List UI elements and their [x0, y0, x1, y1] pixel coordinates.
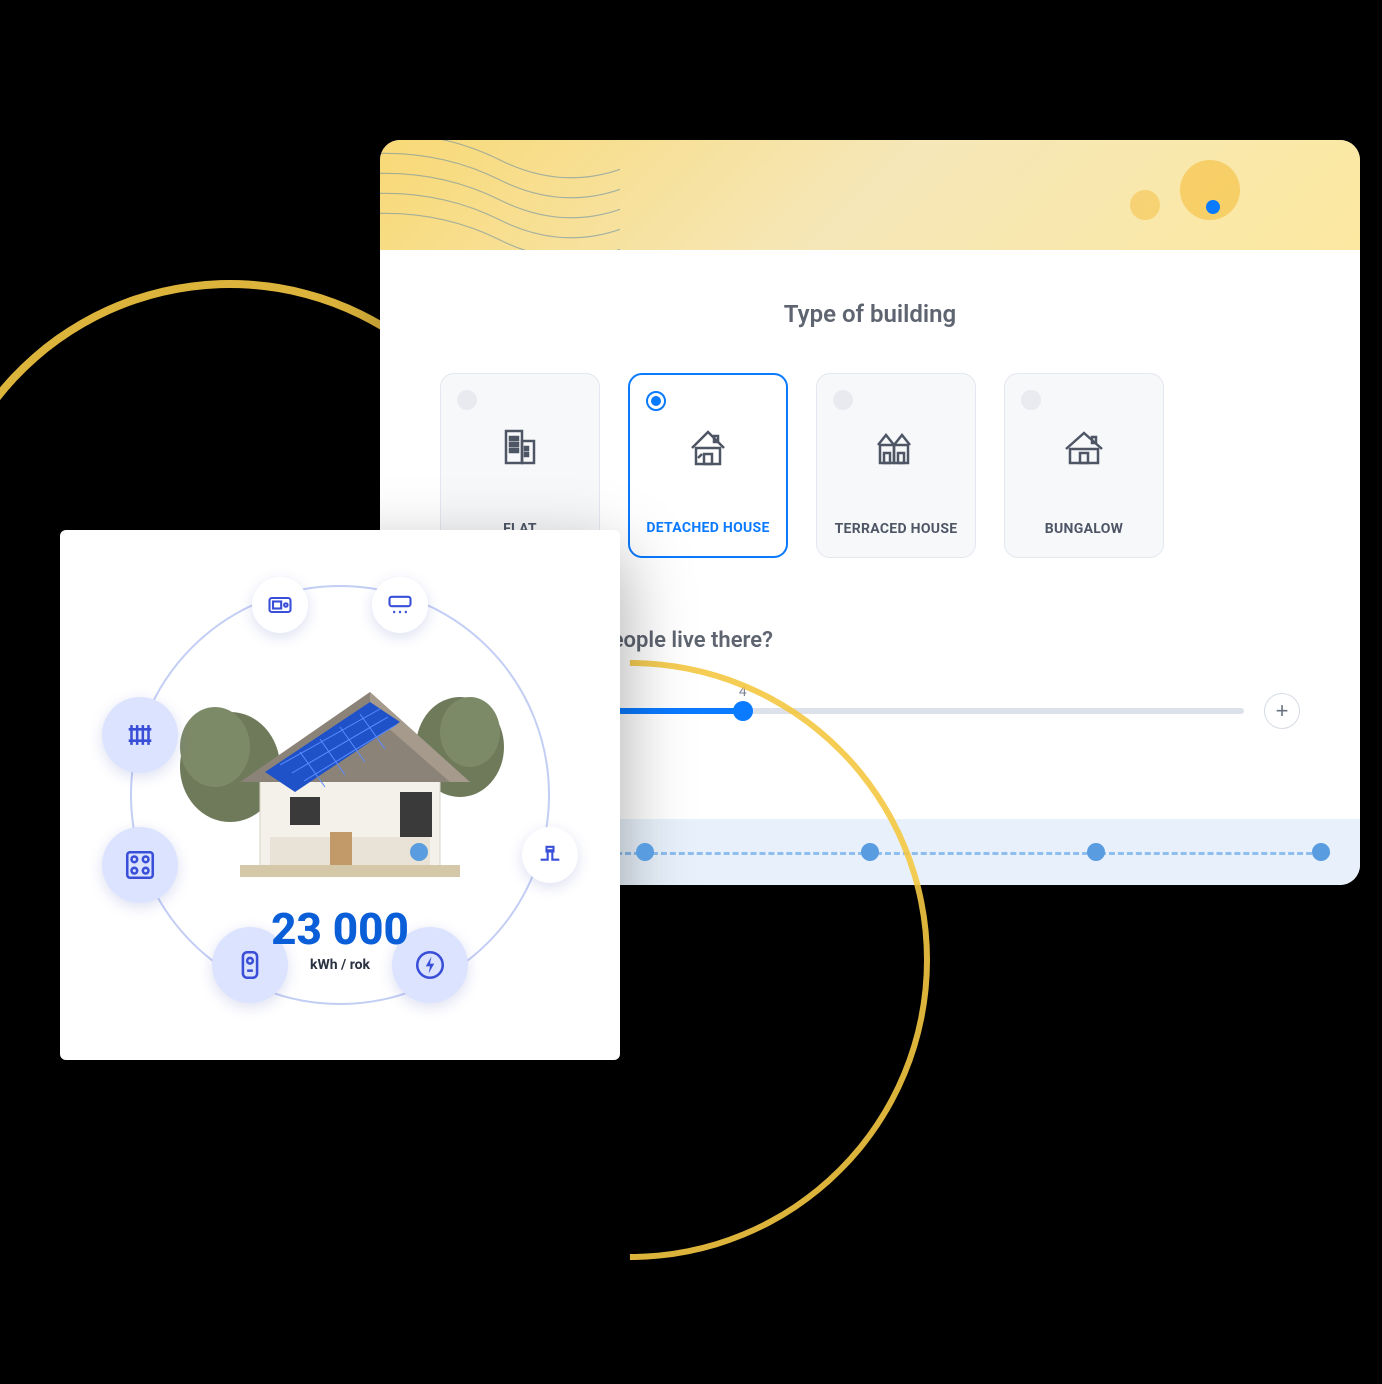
radiator-icon — [102, 697, 178, 773]
progress-step-dot[interactable] — [1312, 843, 1330, 861]
house-illustration — [170, 637, 510, 897]
terraced-house-icon — [871, 422, 921, 472]
energy-summary-card: 23 000 kWh / rok — [60, 530, 620, 1060]
detached-house-icon — [683, 423, 733, 473]
energy-readout: 23 000 kWh / rok — [271, 903, 409, 973]
radio-indicator — [646, 391, 666, 411]
flat-building-icon — [495, 422, 545, 472]
energy-value-unit: kWh / rok — [271, 957, 409, 973]
pipe-icon — [522, 827, 578, 883]
decorative-dot — [1206, 200, 1220, 214]
increment-button[interactable]: + — [1264, 693, 1300, 729]
section-title: Type of building — [440, 300, 1300, 328]
radio-indicator — [1021, 390, 1041, 410]
option-terraced-house[interactable]: TERRACED HOUSE — [816, 373, 976, 558]
option-label: TERRACED HOUSE — [835, 521, 958, 537]
progress-step-dot[interactable] — [861, 843, 879, 861]
microwave-icon — [252, 577, 308, 633]
radio-indicator — [833, 390, 853, 410]
progress-step-dot[interactable] — [410, 843, 428, 861]
option-detached-house[interactable]: DETACHED HOUSE — [628, 373, 788, 558]
card-header-decoration — [380, 140, 1360, 250]
wave-lines-decoration — [380, 140, 620, 250]
bungalow-icon — [1059, 422, 1109, 472]
option-bungalow[interactable]: BUNGALOW — [1004, 373, 1164, 558]
option-label: DETACHED HOUSE — [646, 520, 769, 536]
progress-step-dot[interactable] — [636, 843, 654, 861]
cooktop-icon — [102, 827, 178, 903]
appliance-ring: 23 000 kWh / rok — [130, 585, 550, 1005]
ac-icon — [372, 577, 428, 633]
progress-step-dot[interactable] — [1087, 843, 1105, 861]
option-label: BUNGALOW — [1045, 521, 1123, 537]
energy-value-number: 23 000 — [271, 903, 409, 955]
radio-indicator — [457, 390, 477, 410]
